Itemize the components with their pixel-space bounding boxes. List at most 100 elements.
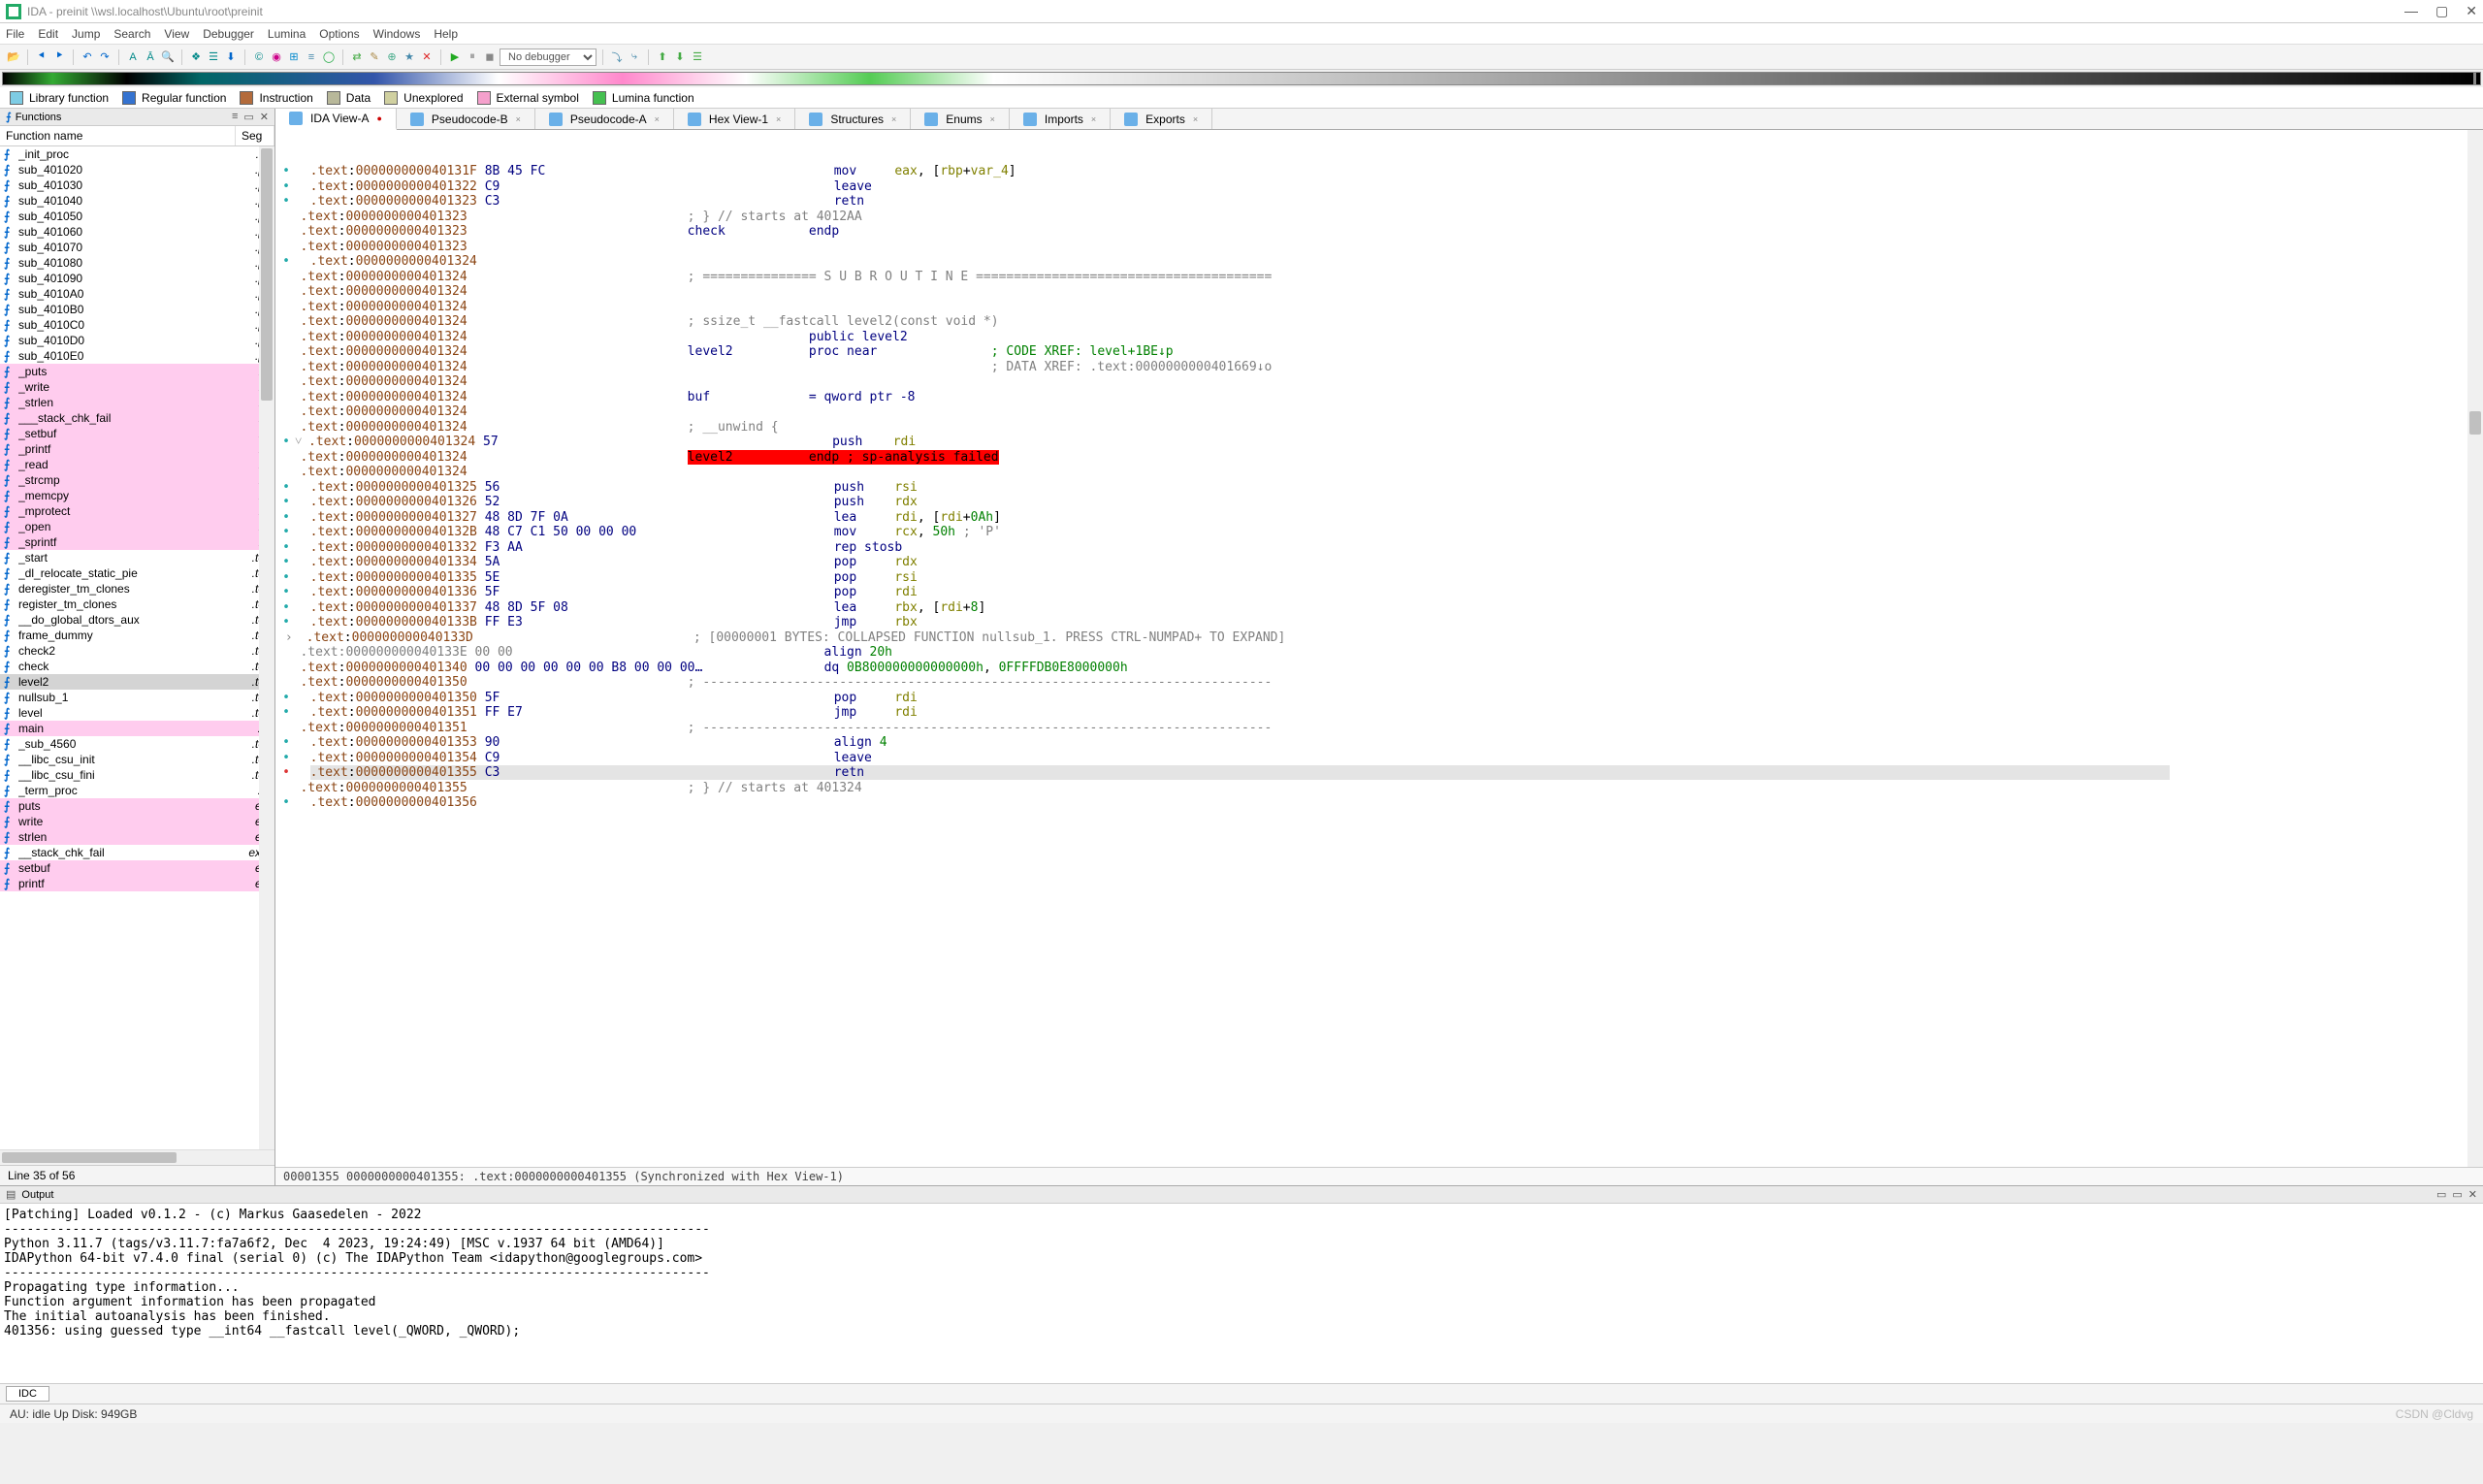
func-scrollbar[interactable] — [259, 146, 274, 1149]
flow-icon[interactable]: ⬇ — [223, 49, 239, 65]
disassembly-view[interactable]: • .text:000000000040131F 8B 45 FC mov ea… — [275, 130, 2483, 1167]
function-row[interactable]: ⨍register_tm_clones.tex — [0, 597, 274, 612]
function-row[interactable]: ⨍_init_proc.ini — [0, 146, 274, 162]
function-row[interactable]: ⨍___stack_chk_fail.pl — [0, 410, 274, 426]
close-button[interactable]: ✕ — [2466, 3, 2477, 19]
pause-icon[interactable]: ⏸ — [465, 49, 480, 65]
redo-icon[interactable]: ↷ — [97, 49, 113, 65]
function-row[interactable]: ⨍level.tex — [0, 705, 274, 721]
debugger-combo[interactable]: No debugger — [500, 48, 597, 66]
function-row[interactable]: ⨍sub_401020.plt — [0, 162, 274, 177]
tab-exports[interactable]: Exports× — [1111, 109, 1212, 129]
function-row[interactable]: ⨍sub_4010C0.plt — [0, 317, 274, 333]
step-into-icon[interactable]: ⤷ — [627, 49, 642, 65]
function-row[interactable]: ⨍nullsub_1.tex — [0, 690, 274, 705]
function-row[interactable]: ⨍sub_4010D0.plt — [0, 333, 274, 348]
function-row[interactable]: ⨍putsext — [0, 798, 274, 814]
col-segment[interactable]: Seg — [236, 126, 274, 145]
tab-imports[interactable]: Imports× — [1010, 109, 1111, 129]
search-text-icon[interactable]: A — [125, 49, 141, 65]
function-row[interactable]: ⨍__libc_csu_init.tex — [0, 752, 274, 767]
function-row[interactable]: ⨍_start.tex — [0, 550, 274, 565]
tab-hex-view-1[interactable]: Hex View-1× — [674, 109, 795, 129]
menu-windows[interactable]: Windows — [373, 27, 421, 41]
undefine-icon[interactable]: ◯ — [321, 49, 337, 65]
menu-debugger[interactable]: Debugger — [203, 27, 254, 41]
function-row[interactable]: ⨍_open.pl — [0, 519, 274, 534]
function-row[interactable]: ⨍_setbuf.pl — [0, 426, 274, 441]
nav-fwd-icon[interactable]: ⯈ — [51, 49, 67, 65]
step-over-icon[interactable]: ⤵ — [609, 49, 625, 65]
disasm-scrollbar[interactable] — [2467, 130, 2483, 1167]
search-bytes-icon[interactable]: 🔍 — [160, 49, 176, 65]
function-row[interactable]: ⨍__stack_chk_failexte — [0, 845, 274, 860]
tab-ida-view-a[interactable]: IDA View-A● — [275, 109, 397, 130]
bookmark-icon[interactable]: ★ — [402, 49, 417, 65]
minimize-button[interactable]: — — [2404, 3, 2418, 19]
col-function-name[interactable]: Function name — [0, 126, 236, 145]
function-row[interactable]: ⨍check.tex — [0, 659, 274, 674]
hex-icon[interactable]: ⊞ — [286, 49, 302, 65]
func-hscroll[interactable] — [0, 1149, 274, 1165]
nav-back-icon[interactable]: ⯇ — [34, 49, 49, 65]
function-row[interactable]: ⨍sub_4010A0.plt — [0, 286, 274, 302]
navigation-band[interactable] — [2, 72, 2481, 85]
function-row[interactable]: ⨍_write.pl — [0, 379, 274, 395]
function-row[interactable]: ⨍_dl_relocate_static_pie.tex — [0, 565, 274, 581]
function-row[interactable]: ⨍level2.tex — [0, 674, 274, 690]
menu-file[interactable]: File — [6, 27, 24, 41]
function-row[interactable]: ⨍strlenext — [0, 829, 274, 845]
menu-lumina[interactable]: Lumina — [268, 27, 306, 41]
menu-help[interactable]: Help — [434, 27, 458, 41]
function-row[interactable]: ⨍check2.tex — [0, 643, 274, 659]
tab-pseudocode-a[interactable]: Pseudocode-A× — [535, 109, 674, 129]
open-icon[interactable]: 📂 — [6, 49, 21, 65]
output-body[interactable]: [Patching] Loaded v0.1.2 - (c) Markus Ga… — [0, 1204, 2483, 1383]
xref-icon[interactable]: ⇄ — [349, 49, 365, 65]
stop-icon[interactable]: ◼ — [482, 49, 498, 65]
function-row[interactable]: ⨍deregister_tm_clones.tex — [0, 581, 274, 597]
function-row[interactable]: ⨍sub_401030.plt — [0, 177, 274, 193]
function-row[interactable]: ⨍printfext — [0, 876, 274, 891]
tab-enums[interactable]: Enums× — [911, 109, 1010, 129]
menu-edit[interactable]: Edit — [38, 27, 58, 41]
delete-icon[interactable]: ✕ — [419, 49, 435, 65]
menu-view[interactable]: View — [164, 27, 189, 41]
functions-list[interactable]: ⨍_init_proc.ini⨍sub_401020.plt⨍sub_40103… — [0, 146, 274, 1149]
function-row[interactable]: ⨍_term_proc.fir — [0, 783, 274, 798]
comment-icon[interactable]: ⊕ — [384, 49, 400, 65]
function-row[interactable]: ⨍writeext — [0, 814, 274, 829]
function-row[interactable]: ⨍_strcmp.pl — [0, 472, 274, 488]
maximize-button[interactable]: ▢ — [2435, 3, 2448, 19]
menu-options[interactable]: Options — [319, 27, 359, 41]
function-row[interactable]: ⨍__libc_csu_fini.tex — [0, 767, 274, 783]
function-row[interactable]: ⨍sub_4010E0.plt — [0, 348, 274, 364]
function-row[interactable]: ⨍setbufext — [0, 860, 274, 876]
function-row[interactable]: ⨍_puts.pl — [0, 364, 274, 379]
rename-icon[interactable]: ✎ — [367, 49, 382, 65]
function-row[interactable]: ⨍_mprotect.pl — [0, 503, 274, 519]
output-menu-icon[interactable]: ▭ — [2436, 1188, 2446, 1201]
function-row[interactable]: ⨍_sub_4560.tex — [0, 736, 274, 752]
panel-close-icon[interactable]: ✕ — [260, 111, 269, 123]
function-row[interactable]: ⨍sub_4010B0.plt — [0, 302, 274, 317]
function-row[interactable]: ⨍main.te — [0, 721, 274, 736]
tab-pseudocode-b[interactable]: Pseudocode-B× — [397, 109, 535, 129]
menu-search[interactable]: Search — [113, 27, 150, 41]
function-row[interactable]: ⨍_memcpy.pl — [0, 488, 274, 503]
function-row[interactable]: ⨍sub_401060.plt — [0, 224, 274, 240]
graph-icon[interactable]: ☰ — [206, 49, 221, 65]
function-row[interactable]: ⨍_printf.pl — [0, 441, 274, 457]
output-close-icon[interactable]: ✕ — [2468, 1188, 2477, 1201]
tab-structures[interactable]: Structures× — [795, 109, 911, 129]
function-row[interactable]: ⨍sub_401080.plt — [0, 255, 274, 271]
function-row[interactable]: ⨍sub_401070.plt — [0, 240, 274, 255]
function-row[interactable]: ⨍sub_401090.plt — [0, 271, 274, 286]
function-row[interactable]: ⨍sub_401050.plt — [0, 209, 274, 224]
function-row[interactable]: ⨍__do_global_dtors_aux.tex — [0, 612, 274, 628]
function-row[interactable]: ⨍_sprintf.pl — [0, 534, 274, 550]
search-next-icon[interactable]: Ā — [143, 49, 158, 65]
output-tab-idc[interactable]: IDC — [6, 1386, 49, 1402]
undo-icon[interactable]: ↶ — [80, 49, 95, 65]
function-row[interactable]: ⨍frame_dummy.tex — [0, 628, 274, 643]
